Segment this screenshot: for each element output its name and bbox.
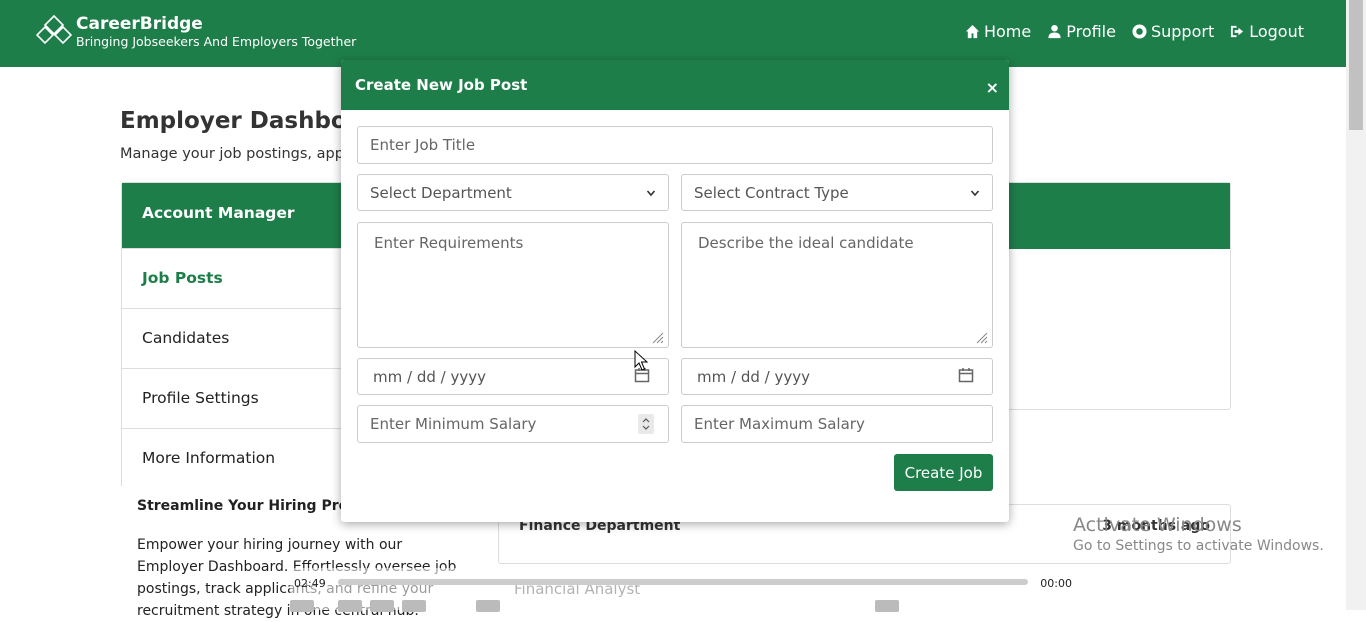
logo-icon <box>36 14 72 45</box>
spinner-arrows-icon <box>642 418 650 430</box>
home-icon <box>965 24 980 39</box>
rewind-button[interactable] <box>338 600 362 612</box>
sidebar-item-label: More Information <box>142 449 276 467</box>
user-icon <box>1048 24 1061 39</box>
create-job-modal: Create New Job Post × Select Department … <box>341 60 1009 522</box>
sidebar-item-label: Candidates <box>142 329 230 347</box>
start-date-input[interactable]: mm / dd / yyyy <box>357 358 669 395</box>
department-select[interactable]: Select Department <box>357 174 669 211</box>
department-select-value: Select Department <box>370 183 512 202</box>
watermark-line1: Activate Windows <box>1073 514 1242 536</box>
brand[interactable]: CareerBridge Bringing Jobseekers And Emp… <box>36 14 356 50</box>
nav-logout-link[interactable]: Logout <box>1230 22 1304 41</box>
stop-button[interactable] <box>370 600 394 612</box>
job-title-input[interactable] <box>357 126 993 164</box>
chevron-down-icon <box>970 189 980 196</box>
settings-button[interactable] <box>875 600 899 612</box>
mouse-cursor-icon <box>634 350 648 371</box>
video-elapsed-time: 02:49 <box>294 577 326 590</box>
fullscreen-button[interactable] <box>476 600 500 612</box>
forward-button[interactable] <box>402 600 426 612</box>
resize-handle-icon[interactable] <box>652 332 664 344</box>
lifebuoy-icon <box>1132 24 1147 39</box>
nav-home-label: Home <box>983 22 1032 41</box>
calendar-icon[interactable] <box>958 367 974 387</box>
video-remaining-time: 00:00 <box>1040 577 1072 590</box>
nav-home-link[interactable]: Home <box>965 22 1031 41</box>
end-date-placeholder: mm / dd / yyyy <box>697 367 810 386</box>
resize-handle-icon[interactable] <box>976 332 988 344</box>
sign-out-icon <box>1231 25 1244 38</box>
number-spinner[interactable] <box>638 414 654 434</box>
modal-header: Create New Job Post × <box>341 60 1009 110</box>
panel-header-title: Account Manager <box>142 204 295 222</box>
nav-profile-label: Profile <box>1066 22 1116 41</box>
play-button[interactable] <box>290 600 314 612</box>
nav-profile-link[interactable]: Profile <box>1047 22 1116 41</box>
end-date-input[interactable]: mm / dd / yyyy <box>681 358 993 395</box>
page-subtitle: Manage your job postings, applic <box>120 146 360 162</box>
brand-tagline: Bringing Jobseekers And Employers Togeth… <box>76 34 357 49</box>
sidebar-item-label: Profile Settings <box>142 389 259 407</box>
min-salary-input[interactable] <box>357 405 669 443</box>
sidebar-item-label: Job Posts <box>142 269 223 287</box>
close-button[interactable]: × <box>986 78 999 97</box>
video-progress-track[interactable] <box>338 579 1028 585</box>
watermark-line2: Go to Settings to activate Windows. <box>1073 538 1324 554</box>
contract-select-value: Select Contract Type <box>694 183 849 202</box>
chevron-down-icon <box>646 189 656 196</box>
requirements-textarea[interactable] <box>357 222 669 348</box>
brand-name: CareerBridge <box>76 14 203 34</box>
contract-type-select[interactable]: Select Contract Type <box>681 174 993 211</box>
top-navbar: CareerBridge Bringing Jobseekers And Emp… <box>0 0 1346 67</box>
create-job-button[interactable]: Create Job <box>894 454 993 491</box>
windows-activation-watermark: Activate Windows Go to Settings to activ… <box>1073 514 1324 554</box>
start-date-placeholder: mm / dd / yyyy <box>373 367 486 386</box>
nav-logout-label: Logout <box>1249 22 1304 41</box>
nav-support-link[interactable]: Support <box>1132 22 1214 41</box>
max-salary-input[interactable] <box>681 405 993 443</box>
ideal-candidate-textarea[interactable] <box>681 222 993 348</box>
nav-support-label: Support <box>1150 22 1215 41</box>
modal-title: Create New Job Post <box>355 76 528 94</box>
nav-links: Home Profile Support Logout <box>965 22 1304 41</box>
page-scrollbar[interactable] <box>1346 0 1366 610</box>
video-controls-overlay: 02:49 00:00 <box>290 568 1082 612</box>
scrollbar-thumb[interactable] <box>1349 0 1363 130</box>
